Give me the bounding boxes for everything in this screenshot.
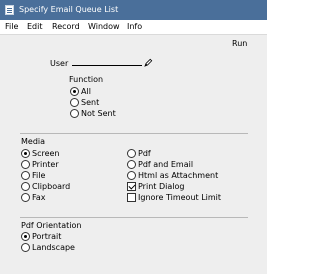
media-pdf-label[interactable]: Pdf (138, 149, 151, 159)
user-input[interactable] (72, 65, 142, 66)
landscape-radio[interactable] (21, 243, 30, 252)
media-html-attachment-label[interactable]: Html as Attachment (138, 171, 218, 181)
media-pdf-radio[interactable] (127, 149, 136, 158)
media-fax-radio[interactable] (21, 193, 30, 202)
menu-window[interactable]: Window (88, 22, 120, 32)
media-printer-label[interactable]: Printer (32, 160, 59, 170)
media-printer-radio[interactable] (21, 160, 30, 169)
function-all-radio[interactable] (70, 87, 79, 96)
function-not-sent-label[interactable]: Not Sent (81, 109, 116, 119)
media-html-attachment-radio[interactable] (127, 171, 136, 180)
pdf-orientation-divider (20, 217, 248, 218)
media-clipboard-radio[interactable] (21, 182, 30, 191)
print-dialog-label[interactable]: Print Dialog (138, 182, 184, 192)
portrait-radio[interactable] (21, 232, 30, 241)
media-file-label[interactable]: File (32, 171, 45, 181)
media-screen-radio[interactable] (21, 149, 30, 158)
run-button[interactable]: Run (232, 39, 247, 49)
function-not-sent-radio[interactable] (70, 109, 79, 118)
media-divider (20, 133, 248, 134)
menu-record[interactable]: Record (52, 22, 80, 32)
portrait-label[interactable]: Portrait (32, 232, 61, 242)
user-value (74, 56, 142, 65)
media-fax-label[interactable]: Fax (32, 193, 46, 203)
function-label: Function (69, 75, 104, 84)
app-icon (5, 5, 14, 15)
user-label: User (50, 59, 69, 68)
ignore-timeout-label[interactable]: Ignore Timeout Limit (138, 193, 221, 203)
media-label: Media (21, 137, 46, 146)
media-clipboard-label[interactable]: Clipboard (32, 182, 70, 192)
ignore-timeout-checkbox[interactable] (127, 193, 136, 202)
landscape-label[interactable]: Landscape (32, 243, 75, 253)
menu-bar: File Edit Record Window Info (0, 20, 267, 34)
media-screen-label[interactable]: Screen (32, 149, 60, 159)
title-bar[interactable]: Specify Email Queue List (0, 0, 267, 20)
window-title: Specify Email Queue List (19, 5, 119, 14)
function-sent-label[interactable]: Sent (81, 98, 99, 108)
function-all-label[interactable]: All (81, 87, 91, 97)
pencil-icon[interactable] (144, 58, 153, 67)
menu-file[interactable]: File (5, 22, 18, 32)
menu-edit[interactable]: Edit (27, 22, 43, 32)
menu-info[interactable]: Info (127, 22, 142, 32)
media-file-radio[interactable] (21, 171, 30, 180)
media-pdf-email-radio[interactable] (127, 160, 136, 169)
media-pdf-email-label[interactable]: Pdf and Email (138, 160, 193, 170)
print-dialog-checkbox[interactable] (127, 182, 136, 191)
pdf-orientation-label: Pdf Orientation (21, 221, 82, 230)
function-sent-radio[interactable] (70, 98, 79, 107)
